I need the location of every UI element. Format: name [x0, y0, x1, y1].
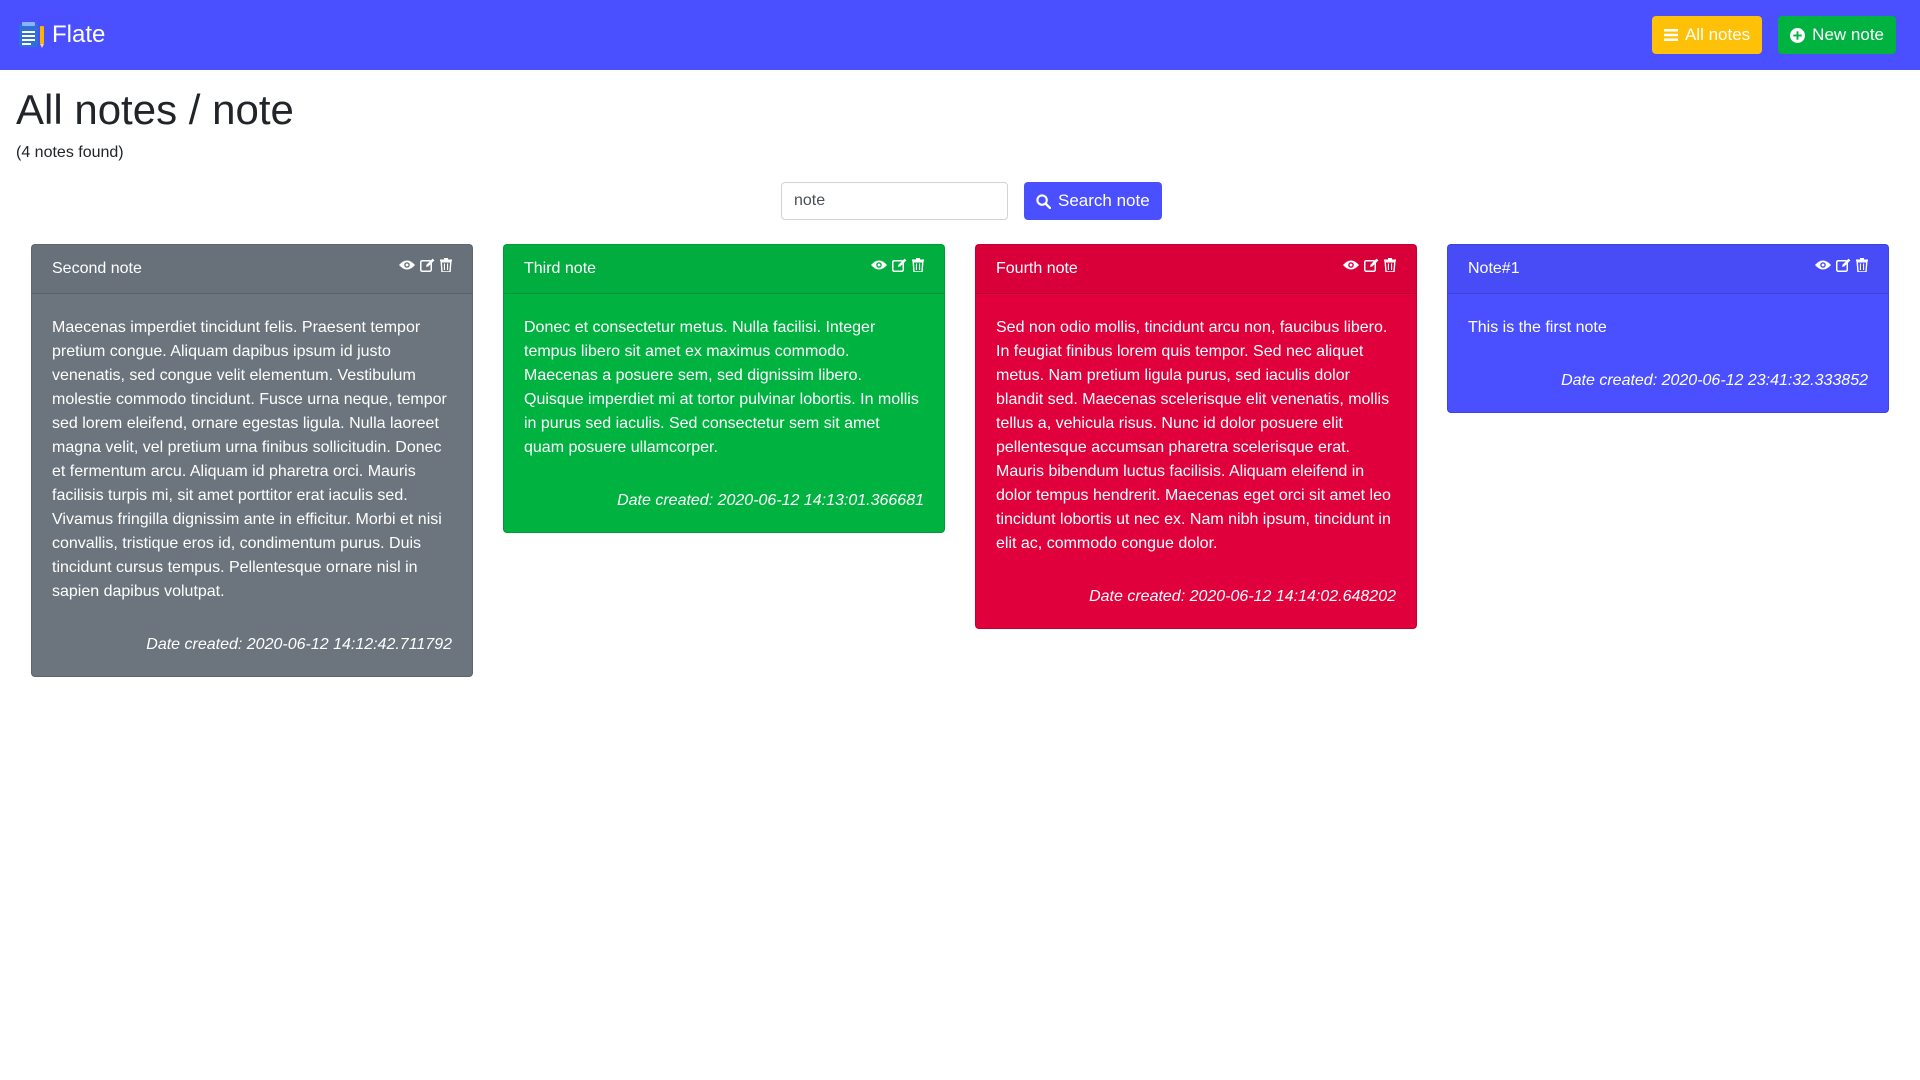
- view-eye-icon[interactable]: [1815, 258, 1831, 277]
- notepad-logo-icon: [16, 20, 46, 50]
- brand-name: Flate: [52, 21, 106, 48]
- note-date: Date created: 2020-06-12 14:13:01.366681: [617, 492, 924, 509]
- trash-icon[interactable]: [912, 258, 924, 277]
- note-body: Donec et consectetur metus. Nulla facili…: [524, 319, 919, 456]
- note-card-header: Fourth note: [976, 245, 1416, 294]
- note-card-header: Second note: [32, 245, 472, 294]
- note-actions: [399, 258, 452, 277]
- note-actions: [871, 258, 924, 277]
- note-body: This is the first note: [1468, 319, 1607, 336]
- search-button-label: Search note: [1058, 191, 1150, 210]
- search-button[interactable]: Search note: [1024, 182, 1162, 220]
- note-card-header: Note#1: [1448, 245, 1888, 294]
- note-card: Third note Donec et consectetur metus. N…: [503, 244, 945, 533]
- list-icon: [1663, 28, 1678, 42]
- note-date: Date created: 2020-06-12 14:14:02.648202: [1089, 588, 1396, 605]
- note-card-header: Third note: [504, 245, 944, 294]
- edit-icon[interactable]: [1836, 258, 1851, 277]
- note-actions: [1343, 258, 1396, 277]
- note-actions: [1815, 258, 1868, 277]
- edit-icon[interactable]: [420, 258, 435, 277]
- new-note-button[interactable]: New note: [1778, 16, 1896, 54]
- note-body: Sed non odio mollis, tincidunt arcu non,…: [996, 319, 1391, 552]
- note-card-body: Sed non odio mollis, tincidunt arcu non,…: [976, 294, 1416, 628]
- trash-icon[interactable]: [440, 258, 452, 277]
- search-form: Search note: [781, 182, 1162, 220]
- note-card-body: Maecenas imperdiet tincidunt felis. Prae…: [32, 294, 472, 676]
- note-card: Fourth note Sed non odio mollis, tincidu…: [975, 244, 1417, 629]
- edit-icon[interactable]: [1364, 258, 1379, 277]
- page-title: All notes / note: [16, 86, 294, 133]
- view-eye-icon[interactable]: [871, 258, 887, 277]
- plus-circle-icon: [1790, 27, 1806, 43]
- navbar: Flate All notes New note: [0, 0, 1920, 70]
- all-notes-button[interactable]: All notes: [1651, 16, 1763, 54]
- trash-icon[interactable]: [1856, 258, 1868, 277]
- view-eye-icon[interactable]: [1343, 258, 1359, 277]
- search-icon: [1036, 193, 1051, 209]
- note-card-body: This is the first note Date created: 202…: [1448, 294, 1888, 412]
- note-card: Second note Maecenas imperdiet tincidunt…: [31, 244, 473, 677]
- note-card-body: Donec et consectetur metus. Nulla facili…: [504, 294, 944, 532]
- new-note-label: New note: [1812, 25, 1884, 44]
- view-eye-icon[interactable]: [399, 258, 415, 277]
- brand-link[interactable]: Flate: [16, 20, 105, 50]
- note-title: Note#1: [1468, 260, 1520, 277]
- note-card: Note#1 This is the first note Date creat…: [1447, 244, 1889, 413]
- note-body: Maecenas imperdiet tincidunt felis. Prae…: [52, 319, 447, 600]
- note-title: Fourth note: [996, 260, 1078, 277]
- note-title: Third note: [524, 260, 597, 277]
- note-title: Second note: [52, 260, 142, 277]
- trash-icon[interactable]: [1384, 258, 1396, 277]
- all-notes-label: All notes: [1684, 25, 1751, 44]
- notes-grid: Second note Maecenas imperdiet tincidunt…: [31, 244, 1889, 677]
- edit-icon[interactable]: [892, 258, 907, 277]
- note-date: Date created: 2020-06-12 23:41:32.333852: [1561, 372, 1868, 389]
- notes-count: (4 notes found): [16, 144, 124, 161]
- note-date: Date created: 2020-06-12 14:12:42.711792: [146, 636, 452, 653]
- nav-buttons: All notes New note: [1651, 16, 1896, 54]
- search-input[interactable]: [781, 182, 1008, 220]
